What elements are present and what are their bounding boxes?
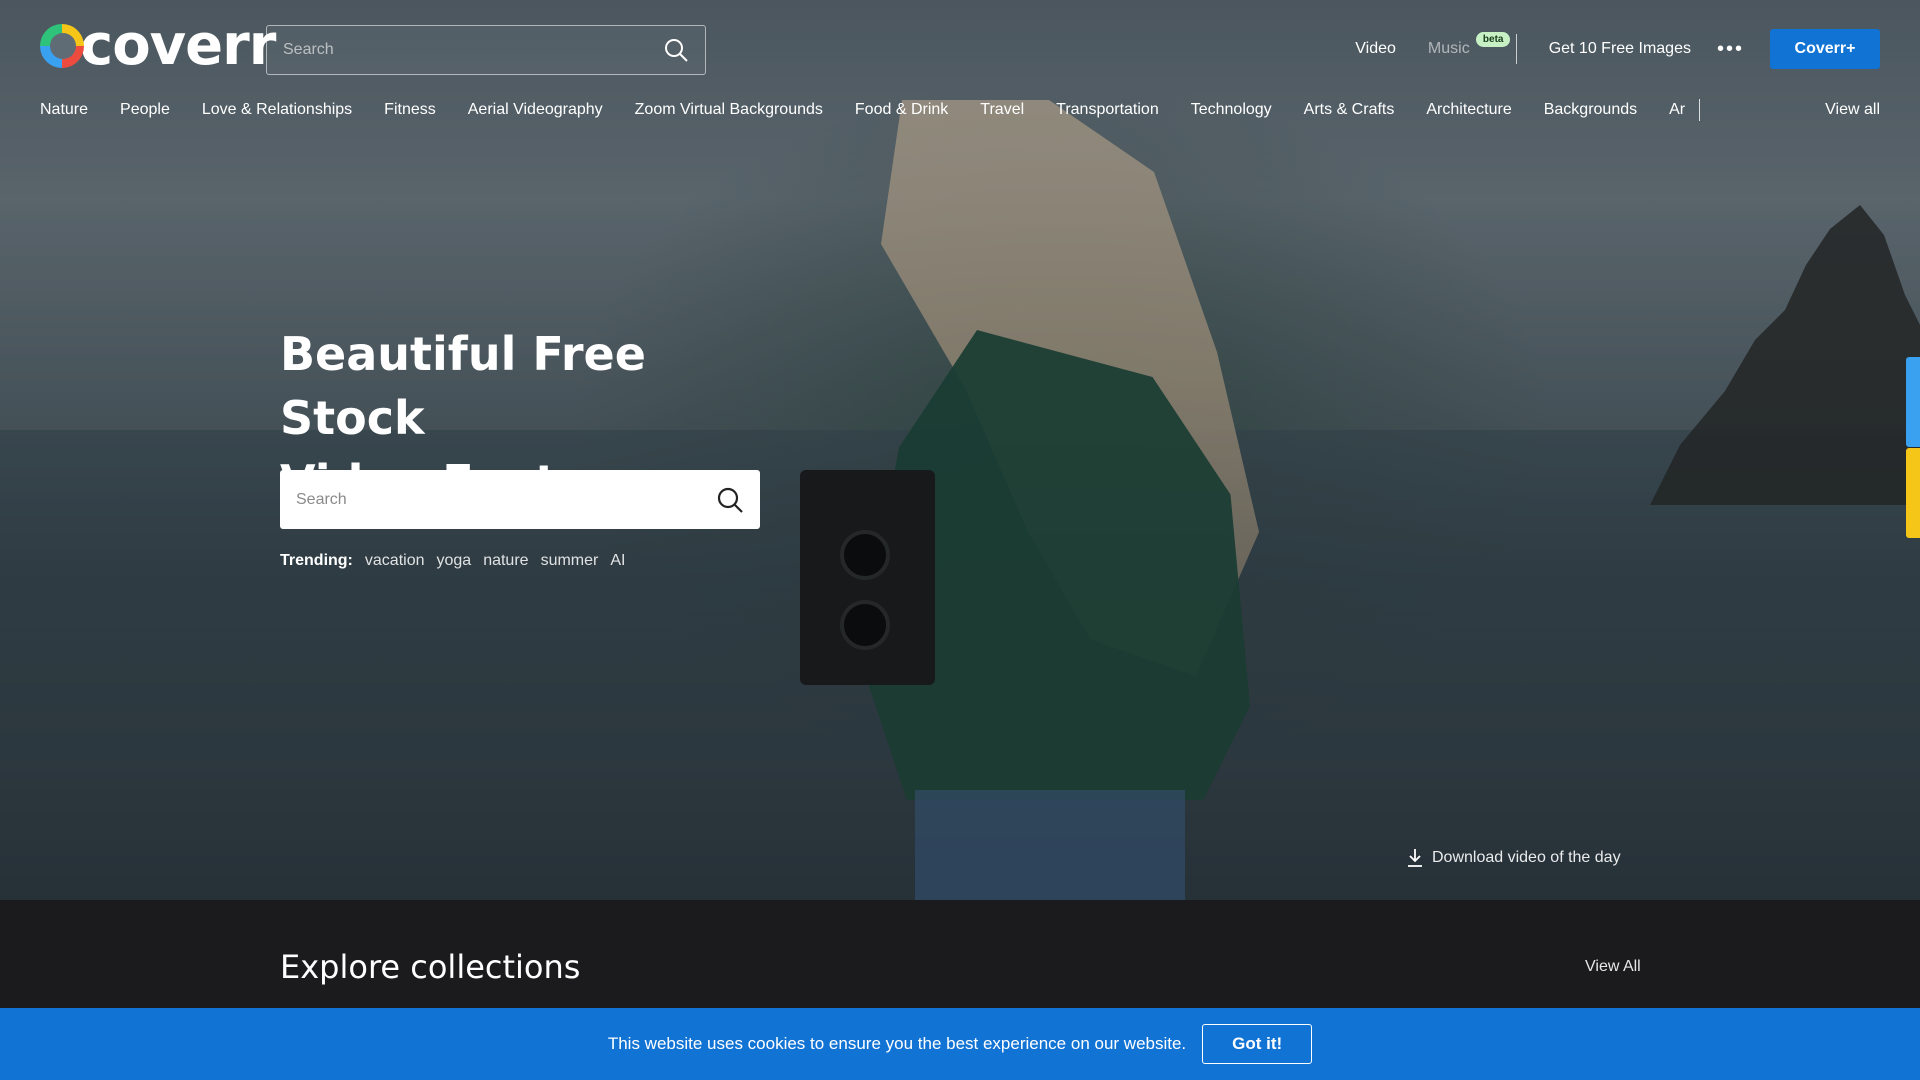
header-search-box[interactable] <box>266 25 706 75</box>
nav-video-link[interactable]: Video <box>1355 40 1396 58</box>
trending-tag[interactable]: yoga <box>436 552 471 570</box>
nav-music-item[interactable]: Music beta <box>1428 32 1511 58</box>
category-nature[interactable]: Nature <box>40 101 88 119</box>
download-video-label: Download video of the day <box>1432 849 1621 866</box>
category-transportation[interactable]: Transportation <box>1056 101 1159 119</box>
header-nav: Video Music beta Get 10 Free Images ••• … <box>1323 29 1880 69</box>
hero-search-box[interactable] <box>280 470 760 529</box>
category-zoom-backgrounds[interactable]: Zoom Virtual Backgrounds <box>635 101 823 119</box>
download-icon <box>1408 849 1422 867</box>
nav-music-link[interactable]: Music <box>1428 40 1470 57</box>
trending-tag[interactable]: nature <box>483 552 528 570</box>
hero-headline-line1: Beautiful Free Stock <box>280 327 646 445</box>
category-nav: Nature People Love & Relationships Fitne… <box>40 98 1880 122</box>
category-divider <box>1699 99 1701 121</box>
category-backgrounds[interactable]: Backgrounds <box>1544 101 1637 119</box>
trending-tag[interactable]: summer <box>541 552 599 570</box>
category-love-relationships[interactable]: Love & Relationships <box>202 101 352 119</box>
header-search-input[interactable] <box>283 41 663 59</box>
trending-label: Trending: <box>280 552 353 569</box>
cookie-accept-button[interactable]: Got it! <box>1202 1024 1313 1064</box>
logo-wordmark: coverr <box>80 13 276 78</box>
cookie-message: This website uses cookies to ensure you … <box>607 1034 1187 1053</box>
category-fitness[interactable]: Fitness <box>384 101 436 119</box>
coverr-plus-button[interactable]: Coverr+ <box>1770 29 1880 69</box>
side-feedback-tab-blue[interactable] <box>1906 357 1920 447</box>
category-people[interactable]: People <box>120 101 170 119</box>
trending-tag[interactable]: AI <box>610 552 625 570</box>
hero-section: coverr Video Music beta Get 10 Free Imag… <box>0 0 1920 900</box>
search-icon[interactable] <box>663 37 689 63</box>
nav-divider <box>1515 34 1517 64</box>
beta-badge: beta <box>1475 32 1511 47</box>
trending-tag[interactable]: vacation <box>365 552 425 570</box>
category-food-drink[interactable]: Food & Drink <box>855 101 948 119</box>
site-header: coverr Video Music beta Get 10 Free Imag… <box>0 0 1920 121</box>
category-truncated[interactable]: Ar <box>1669 101 1685 119</box>
nav-free-images-link[interactable]: Get 10 Free Images <box>1549 40 1691 58</box>
download-video-of-day-link[interactable]: Download video of the day <box>1406 848 1621 868</box>
category-architecture[interactable]: Architecture <box>1426 101 1511 119</box>
categories-view-all-link[interactable]: View all <box>1825 101 1880 119</box>
hero-search-input[interactable] <box>296 490 716 509</box>
category-arts-crafts[interactable]: Arts & Crafts <box>1304 101 1395 119</box>
category-travel[interactable]: Travel <box>980 101 1024 119</box>
side-feedback-tab-yellow[interactable] <box>1906 448 1920 538</box>
explore-view-all-link[interactable]: View All <box>1585 958 1641 976</box>
explore-collections-title: Explore collections <box>280 948 581 986</box>
more-dots-icon[interactable]: ••• <box>1717 39 1744 59</box>
category-aerial-videography[interactable]: Aerial Videography <box>468 101 603 119</box>
cookie-banner: This website uses cookies to ensure you … <box>0 1008 1920 1080</box>
coverr-logo[interactable]: coverr <box>40 13 276 78</box>
category-technology[interactable]: Technology <box>1191 101 1272 119</box>
trending-tags: Trending: vacation yoga nature summer AI <box>280 552 637 570</box>
logo-ring-icon <box>40 24 84 68</box>
search-icon[interactable] <box>716 486 744 514</box>
